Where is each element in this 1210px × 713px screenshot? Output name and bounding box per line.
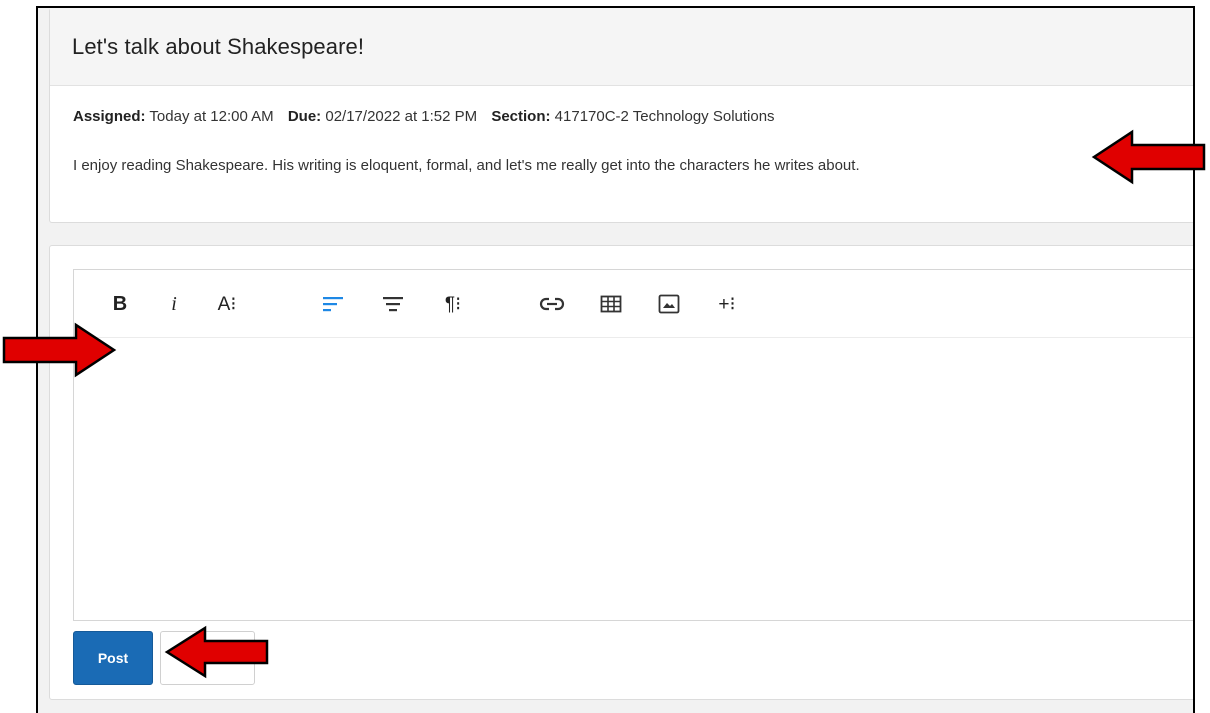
editor-content[interactable] <box>74 338 1193 620</box>
section-label: Section: <box>491 108 551 125</box>
assigned-value: Today at 12:00 AM <box>149 108 274 125</box>
due-label: Due: <box>287 108 322 125</box>
italic-icon[interactable]: i <box>164 289 184 319</box>
post-button[interactable]: Post <box>73 631 153 685</box>
table-icon[interactable] <box>596 289 626 319</box>
align-center-icon[interactable] <box>378 289 408 319</box>
assignment-header: Let's talk about Shakespeare! <box>50 8 1193 86</box>
annotation-arrow-description <box>1091 129 1206 185</box>
editor-toolbar: B i A⁝ ¶⁝ +⁝ <box>74 270 1193 338</box>
align-left-icon[interactable] <box>318 289 348 319</box>
section-value: 417170C-2 Technology Solutions <box>554 108 775 125</box>
due-value: 02/17/2022 at 1:52 PM <box>325 108 478 125</box>
image-icon[interactable] <box>654 289 684 319</box>
link-icon[interactable] <box>536 289 568 319</box>
rich-text-editor: B i A⁝ ¶⁝ +⁝ <box>73 269 1193 621</box>
insert-more-icon[interactable]: +⁝ <box>710 289 744 319</box>
bold-icon[interactable]: B <box>108 289 132 319</box>
font-size-icon[interactable]: A⁝ <box>210 289 244 319</box>
page-frame: Let's talk about Shakespeare! Assigned: … <box>36 6 1195 713</box>
assignment-meta: Assigned: Today at 12:00 AM Due: 02/17/2… <box>73 108 775 125</box>
assignment-card: Let's talk about Shakespeare! Assigned: … <box>49 8 1193 223</box>
annotation-arrow-post <box>164 625 269 679</box>
assigned-label: Assigned: <box>73 108 146 125</box>
assignment-description: I enjoy reading Shakespeare. His writing… <box>73 157 860 174</box>
paragraph-format-icon[interactable]: ¶⁝ <box>436 289 470 319</box>
annotation-arrow-editor <box>2 322 117 378</box>
assignment-title: Let's talk about Shakespeare! <box>72 33 365 59</box>
